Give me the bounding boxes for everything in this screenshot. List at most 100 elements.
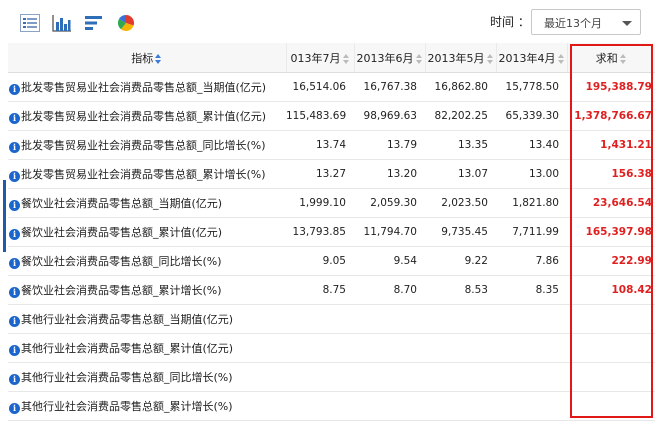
table-header-row: 指标 013年7月 2013年6月 2013年5月 2013年4月 求和 — [8, 43, 655, 73]
value-cell: 9,735.45 — [425, 217, 496, 247]
sort-arrows-icon[interactable] — [342, 53, 350, 64]
value-cell: 9.22 — [425, 246, 496, 276]
value-cell: 8.53 — [425, 275, 496, 305]
indicator-name: 其他行业社会消费品零售总额_累计值(亿元) — [21, 342, 234, 355]
table-row[interactable]: i 餐饮业社会消费品零售总额_累计增长(%) 8.75 8.70 8.53 8.35 108… — [8, 275, 655, 305]
sum-cell: 108.42 — [567, 275, 655, 305]
column-header-sum[interactable]: 求和 — [566, 43, 655, 73]
info-icon[interactable]: i — [9, 316, 20, 327]
table-row[interactable]: i 其他行业社会消费品零售总额_累计增长(%) — [8, 391, 655, 421]
value-cell — [496, 333, 567, 363]
sort-arrows-icon[interactable] — [415, 53, 423, 64]
value-cell: 16,767.38 — [354, 72, 425, 102]
value-cell: 16,862.80 — [425, 72, 496, 102]
table-row[interactable]: i 其他行业社会消费品零售总额_当期值(亿元) — [8, 304, 655, 334]
sort-arrows-icon[interactable] — [486, 53, 494, 64]
value-cell: 8.70 — [354, 275, 425, 305]
info-icon[interactable]: i — [9, 258, 20, 269]
indicator-cell: i 餐饮业社会消费品零售总额_累计增长(%) — [8, 275, 286, 305]
sum-cell — [567, 304, 655, 334]
value-cell: 15,778.50 — [496, 72, 567, 102]
value-cell — [496, 391, 567, 421]
info-icon[interactable]: i — [9, 229, 20, 240]
info-icon[interactable]: i — [9, 403, 20, 414]
value-cell: 8.35 — [496, 275, 567, 305]
toolbar: 时间 ： 最近13个月 — [0, 0, 659, 42]
indicator-name: 批发零售贸易业社会消费品零售总额_同比增长(%) — [21, 139, 266, 152]
value-cell: 13.35 — [425, 130, 496, 160]
sum-cell: 222.99 — [567, 246, 655, 276]
chevron-down-icon — [622, 21, 632, 26]
value-cell: 9.54 — [354, 246, 425, 276]
sort-arrows-icon[interactable] — [557, 53, 565, 64]
indicator-name: 其他行业社会消费品零售总额_当期值(亿元) — [21, 313, 234, 326]
value-cell: 16,514.06 — [286, 72, 354, 102]
info-icon[interactable]: i — [9, 113, 20, 124]
info-icon[interactable]: i — [9, 345, 20, 356]
column-header-month[interactable]: 2013年6月 — [353, 43, 425, 73]
table-row[interactable]: i 批发零售贸易业社会消费品零售总额_同比增长(%) 13.74 13.79 13.35… — [8, 130, 655, 160]
value-cell: 9.05 — [286, 246, 354, 276]
info-icon[interactable]: i — [9, 84, 20, 95]
column-header-label: 2013年6月 — [356, 51, 414, 65]
sum-cell: 165,397.98 — [567, 217, 655, 247]
table-row[interactable]: i 餐饮业社会消费品零售总额_当期值(亿元) 1,999.10 2,059.30 2,0… — [8, 188, 655, 218]
indicator-cell: i 餐饮业社会消费品零售总额_同比增长(%) — [8, 246, 286, 276]
value-cell: 82,202.25 — [425, 101, 496, 131]
sum-cell — [567, 333, 655, 363]
table-row[interactable]: i 其他行业社会消费品零售总额_累计值(亿元) — [8, 333, 655, 363]
indicator-name: 餐饮业社会消费品零售总额_当期值(亿元) — [21, 197, 223, 210]
indicator-cell: i 批发零售贸易业社会消费品零售总额_同比增长(%) — [8, 130, 286, 160]
info-icon[interactable]: i — [9, 287, 20, 298]
column-header-month[interactable]: 2013年4月 — [495, 43, 567, 73]
sum-cell: 195,388.79 — [567, 72, 655, 102]
bar-chart-icon[interactable] — [52, 14, 72, 32]
time-range-value: 最近13个月 — [544, 17, 602, 30]
info-icon[interactable]: i — [9, 142, 20, 153]
value-cell — [425, 304, 496, 334]
table-row[interactable]: i 批发零售贸易业社会消费品零售总额_累计值(亿元) 115,483.69 98,96… — [8, 101, 655, 131]
indicator-cell: i 其他行业社会消费品零售总额_累计值(亿元) — [8, 333, 286, 363]
time-label: 时间 ： — [490, 15, 530, 29]
value-cell: 13.74 — [286, 130, 354, 160]
value-cell: 7.86 — [496, 246, 567, 276]
table-row[interactable]: i 餐饮业社会消费品零售总额_同比增长(%) 9.05 9.54 9.22 7.86 222… — [8, 246, 655, 276]
value-cell: 8.75 — [286, 275, 354, 305]
value-cell — [496, 362, 567, 392]
value-cell: 13.07 — [425, 159, 496, 189]
bar-list-icon[interactable] — [84, 14, 104, 32]
data-table: 指标 013年7月 2013年6月 2013年5月 2013年4月 求和 i 批发零售贸易业… — [8, 43, 655, 421]
column-header-indicator[interactable]: 指标 — [8, 43, 286, 73]
sort-arrows-icon[interactable] — [155, 53, 162, 64]
sum-cell: 23,646.54 — [567, 188, 655, 218]
column-header-month[interactable]: 2013年5月 — [424, 43, 496, 73]
indicator-cell: i 餐饮业社会消费品零售总额_累计值(亿元) — [8, 217, 286, 247]
time-range-select[interactable]: 最近13个月 — [531, 9, 641, 35]
value-cell: 7,711.99 — [496, 217, 567, 247]
column-header-label: 指标 — [131, 51, 154, 65]
indicator-cell: i 其他行业社会消费品零售总额_累计增长(%) — [8, 391, 286, 421]
column-header-label: 013年7月 — [290, 51, 341, 65]
table-row[interactable]: i 餐饮业社会消费品零售总额_累计值(亿元) 13,793.85 11,794.70 9… — [8, 217, 655, 247]
table-row[interactable]: i 批发零售贸易业社会消费品零售总额_当期值(亿元) 16,514.06 16,767… — [8, 72, 655, 102]
value-cell — [354, 333, 425, 363]
value-cell: 1,999.10 — [286, 188, 354, 218]
column-header-month[interactable]: 013年7月 — [285, 43, 354, 73]
list-view-icon[interactable] — [20, 14, 40, 32]
sort-arrows-icon[interactable] — [619, 53, 627, 64]
value-cell: 98,969.63 — [354, 101, 425, 131]
table-row[interactable]: i 其他行业社会消费品零售总额_同比增长(%) — [8, 362, 655, 392]
table-row[interactable]: i 批发零售贸易业社会消费品零售总额_累计增长(%) 13.27 13.20 13.07… — [8, 159, 655, 189]
indicator-name: 餐饮业社会消费品零售总额_同比增长(%) — [21, 255, 222, 268]
info-icon[interactable]: i — [9, 200, 20, 211]
value-cell — [425, 333, 496, 363]
info-icon[interactable]: i — [9, 171, 20, 182]
info-icon[interactable]: i — [9, 374, 20, 385]
indicator-name: 其他行业社会消费品零售总额_同比增长(%) — [21, 371, 233, 384]
value-cell: 13.20 — [354, 159, 425, 189]
pie-chart-icon[interactable] — [116, 14, 136, 32]
indicator-name: 其他行业社会消费品零售总额_累计增长(%) — [21, 400, 233, 413]
value-cell — [286, 304, 354, 334]
value-cell: 13.79 — [354, 130, 425, 160]
value-cell — [354, 362, 425, 392]
